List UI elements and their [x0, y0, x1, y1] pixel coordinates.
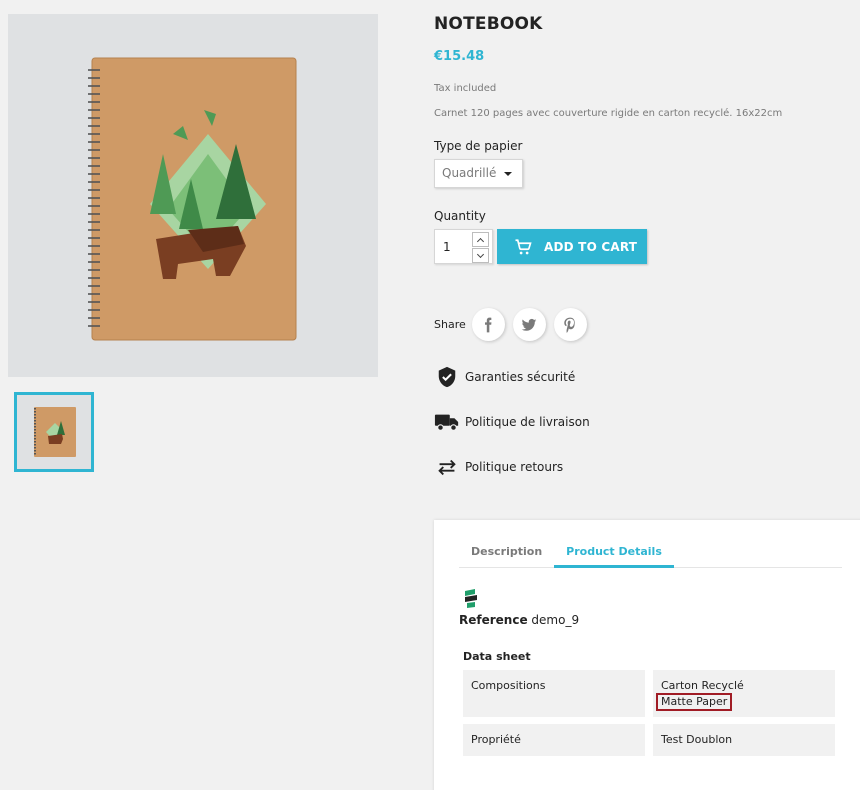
reassurance-returns: Politique retours	[434, 456, 563, 478]
reassurance-shipping: Politique de livraison	[434, 411, 590, 433]
reassurance-label: Garanties sécurité	[465, 370, 576, 384]
product-cover-image[interactable]	[8, 14, 378, 377]
product-tabs-panel: Description Product Details Reference de…	[434, 520, 860, 790]
manufacturer-logo[interactable]	[459, 586, 483, 610]
reassurance-security: Garanties sécurité	[434, 366, 575, 388]
product-gallery	[8, 14, 378, 377]
reference-value: demo_9	[531, 613, 580, 627]
exchange-arrows-icon	[438, 459, 456, 476]
paper-type-selected-value: Quadrillé	[442, 166, 497, 180]
tab-description[interactable]: Description	[459, 543, 554, 568]
cart-icon	[515, 238, 532, 254]
shield-check-icon	[438, 366, 456, 388]
data-sheet-value: Carton Recyclé Matte Paper	[653, 670, 835, 717]
quantity-increase-button[interactable]	[472, 232, 489, 247]
truck-icon	[434, 414, 459, 431]
product-title: NOTEBOOK	[434, 14, 543, 34]
product-reference: Reference demo_9	[459, 613, 579, 627]
product-short-description: Carnet 120 pages avec couverture rigide …	[434, 108, 783, 119]
share-label: Share	[434, 318, 466, 331]
caret-down-icon	[504, 172, 512, 176]
quantity-label: Quantity	[434, 209, 486, 223]
add-to-cart-button[interactable]: ADD TO CART	[497, 229, 647, 264]
facebook-icon	[485, 317, 492, 332]
paper-type-select[interactable]: Quadrillé	[434, 159, 523, 188]
product-tabs: Description Product Details	[459, 543, 842, 568]
add-to-cart-label: ADD TO CART	[544, 239, 638, 254]
data-sheet-title: Data sheet	[463, 650, 531, 663]
tax-note: Tax included	[434, 83, 497, 94]
product-thumbnail[interactable]	[14, 392, 94, 472]
notebook-thumbnail-illustration	[34, 407, 76, 457]
twitter-icon	[521, 318, 537, 331]
data-sheet-name: Propriété	[463, 724, 645, 756]
product-price: €15.48	[434, 49, 485, 64]
reassurance-label: Politique de livraison	[465, 415, 590, 429]
highlighted-value: Matte Paper	[656, 693, 733, 711]
social-share: Share	[434, 308, 595, 341]
twitter-share-button[interactable]	[512, 308, 546, 341]
quantity-decrease-button[interactable]	[472, 248, 489, 263]
data-sheet-value: Test Doublon	[653, 724, 835, 756]
data-sheet-name: Compositions	[463, 670, 645, 717]
pinterest-icon	[564, 317, 575, 333]
pinterest-share-button[interactable]	[553, 308, 587, 341]
reference-label: Reference	[459, 613, 528, 627]
quantity-stepper	[434, 229, 493, 264]
notebook-illustration	[88, 57, 297, 341]
tab-product-details[interactable]: Product Details	[554, 543, 674, 568]
quantity-input[interactable]	[435, 230, 469, 263]
facebook-share-button[interactable]	[471, 308, 505, 341]
data-sheet-value-line: Carton Recyclé	[661, 679, 744, 692]
variant-label: Type de papier	[434, 139, 523, 153]
reassurance-label: Politique retours	[465, 460, 564, 474]
